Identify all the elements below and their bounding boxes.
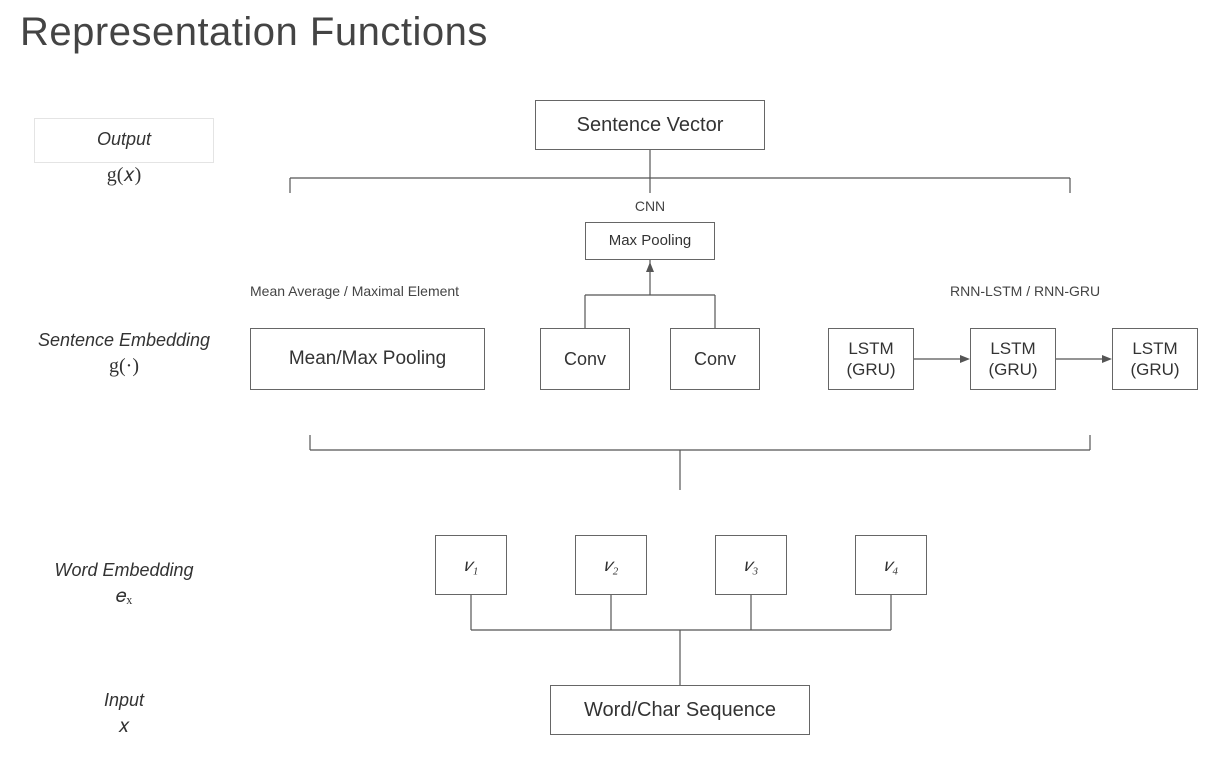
- sentence-vector-box: Sentence Vector: [535, 100, 765, 150]
- sentence-embedding-label: Sentence Embedding: [34, 330, 214, 351]
- conv-box-2: Conv: [670, 328, 760, 390]
- v4-box: 𝑣₄: [855, 535, 927, 595]
- input-label: Input: [34, 690, 214, 711]
- lstm-box-3: LSTM (GRU): [1112, 328, 1198, 390]
- max-pooling-box: Max Pooling: [585, 222, 715, 260]
- sentence-embedding-label-block: Sentence Embedding g(·): [34, 330, 214, 378]
- meanmax-pooling-box: Mean/Max Pooling: [250, 328, 485, 390]
- v3-box: 𝑣₃: [715, 535, 787, 595]
- output-label: Output: [35, 129, 213, 150]
- wordchar-box: Word/Char Sequence: [550, 685, 810, 735]
- rnn-label: RNN-LSTM / RNN-GRU: [950, 283, 1150, 299]
- v2-box: 𝑣₂: [575, 535, 647, 595]
- output-math: g(𝑥): [34, 164, 214, 187]
- lstm-box-1: LSTM (GRU): [828, 328, 914, 390]
- word-embedding-label-block: Word Embedding 𝑒ₓ: [34, 560, 214, 608]
- conv-box-1: Conv: [540, 328, 630, 390]
- word-embedding-label: Word Embedding: [34, 560, 214, 581]
- word-embedding-math: 𝑒ₓ: [34, 585, 214, 608]
- meanmax-label: Mean Average / Maximal Element: [250, 283, 480, 299]
- sentence-embedding-math: g(·): [34, 355, 214, 378]
- lstm-box-2: LSTM (GRU): [970, 328, 1056, 390]
- diagram-area: Sentence Vector CNN Max Pooling Mean Ave…: [230, 90, 1210, 750]
- v1-box: 𝑣₁: [435, 535, 507, 595]
- input-label-block: Input 𝑥: [34, 690, 214, 738]
- cnn-label: CNN: [620, 198, 680, 214]
- output-label-box: Output: [34, 118, 214, 163]
- slide-title: Representation Functions: [20, 10, 488, 55]
- connector-lines: [230, 90, 1210, 750]
- input-math: 𝑥: [34, 715, 214, 738]
